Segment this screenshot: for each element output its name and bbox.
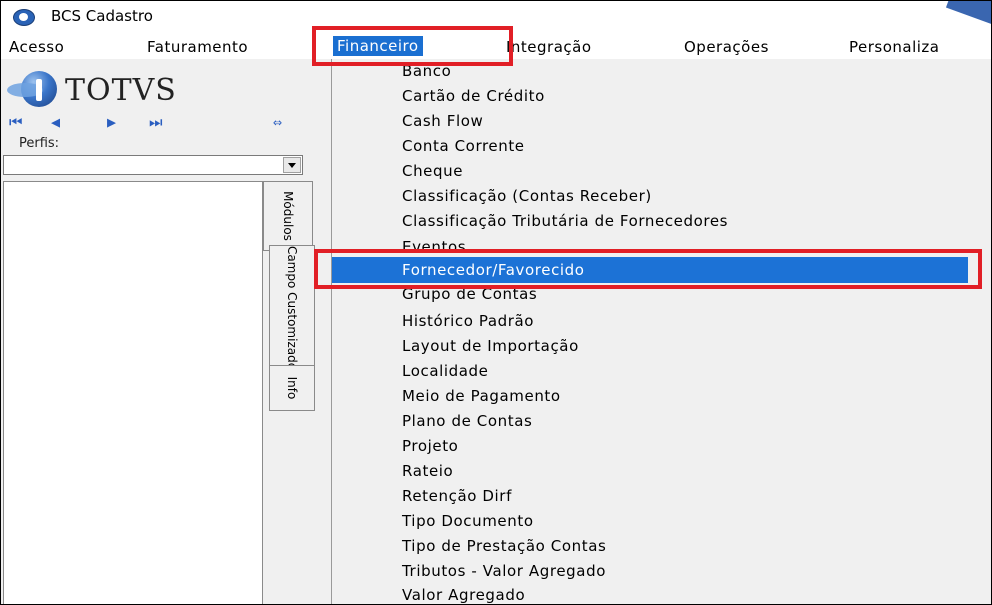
tab-info[interactable]: Info: [269, 365, 315, 411]
menu-integracao-label: Integração: [506, 38, 592, 56]
menu-item-label: Tipo Documento: [402, 512, 534, 530]
tab-campo-customizado[interactable]: Campo Customizado: [269, 245, 315, 371]
menu-item-fornecedor-favorecido[interactable]: Fornecedor/Favorecido: [332, 257, 968, 283]
menu-item-plano-de-contas[interactable]: Plano de Contas: [332, 409, 972, 433]
menu-item-label: Fornecedor/Favorecido: [402, 261, 585, 279]
menu-item-banco[interactable]: Banco: [332, 59, 972, 83]
menu-item-layout-de-importacao[interactable]: Layout de Importação: [332, 334, 972, 358]
menu-item-label: Rateio: [402, 462, 454, 480]
menu-item-label: Tipo de Prestação Contas: [402, 537, 607, 555]
menu-item-retencao-dirf[interactable]: Retenção Dirf: [332, 484, 972, 508]
menu-item-label: Meio de Pagamento: [402, 387, 561, 405]
modules-list[interactable]: [3, 181, 263, 604]
menu-item-label: Tributos - Valor Agregado: [402, 562, 606, 580]
menu-item-tipo-de-prestacao-contas[interactable]: Tipo de Prestação Contas: [332, 534, 972, 558]
menu-item-label: Classificação (Contas Receber): [402, 187, 652, 205]
window-corner-decoration: [945, 1, 991, 29]
menu-item-label: Cheque: [402, 162, 464, 180]
menu-item-meio-de-pagamento[interactable]: Meio de Pagamento: [332, 384, 972, 408]
tab-info-label: Info: [285, 376, 299, 400]
tab-modulos[interactable]: Módulos: [263, 181, 313, 251]
menu-integracao[interactable]: Integração: [506, 38, 666, 56]
totvs-logo: TOTVS: [7, 67, 281, 109]
menu-item-classificacao-tributaria[interactable]: Classificação Tributária de Fornecedores: [332, 209, 972, 233]
left-panel: TOTVS ⏮ ◀ ▶ ⏭ ⇔ Perfis: Módulos Campo Cu…: [1, 59, 329, 604]
window-title: BCS Cadastro: [51, 7, 153, 25]
menu-item-label: Cash Flow: [402, 112, 484, 130]
perfis-label: Perfis:: [19, 136, 60, 151]
totvs-logo-icon: [7, 71, 57, 107]
menu-item-label: Conta Corrente: [402, 137, 525, 155]
menu-item-label: Eventos: [402, 238, 467, 253]
menu-personalizacao[interactable]: Personaliza: [849, 38, 989, 56]
menu-item-label: Projeto: [402, 437, 459, 455]
menu-item-rateio[interactable]: Rateio: [332, 459, 972, 483]
menu-item-localidade[interactable]: Localidade: [332, 359, 972, 383]
menu-item-tipo-documento[interactable]: Tipo Documento: [332, 509, 972, 533]
title-bar: BCS Cadastro: [1, 1, 991, 33]
previous-record-icon[interactable]: ◀: [51, 113, 60, 131]
menu-financeiro[interactable]: Financeiro: [333, 36, 423, 56]
menu-item-label: Plano de Contas: [402, 412, 533, 430]
chevron-down-icon[interactable]: [283, 157, 301, 173]
menu-faturamento[interactable]: Faturamento: [147, 38, 248, 56]
swap-icon[interactable]: ⇔: [273, 113, 282, 131]
app-window: BCS Cadastro Acesso Faturamento Financei…: [0, 0, 992, 605]
tab-campo-customizado-label: Campo Customizado: [285, 245, 299, 371]
menu-item-label: Histórico Padrão: [402, 312, 535, 330]
menu-item-classificacao-contas-receber[interactable]: Classificação (Contas Receber): [332, 184, 972, 208]
perfis-select[interactable]: [3, 155, 303, 175]
menu-acesso[interactable]: Acesso: [9, 38, 64, 56]
menu-item-cash-flow[interactable]: Cash Flow: [332, 109, 972, 133]
menu-item-label: Grupo de Contas: [402, 285, 538, 303]
menu-item-eventos[interactable]: Eventos: [332, 231, 972, 253]
menu-item-grupo-de-contas[interactable]: Grupo de Contas: [332, 285, 972, 307]
menu-item-valor-agregado[interactable]: Valor Agregado: [332, 583, 972, 604]
logo-text: TOTVS: [65, 73, 177, 108]
menu-item-projeto[interactable]: Projeto: [332, 434, 972, 458]
menu-operacoes[interactable]: Operações: [684, 38, 769, 56]
menu-item-label: Retenção Dirf: [402, 487, 512, 505]
menu-item-cheque[interactable]: Cheque: [332, 159, 972, 183]
record-navigator: ⏮ ◀ ▶ ⏭ ⇔: [1, 111, 313, 133]
menu-item-tributos-valor-agregado[interactable]: Tributos - Valor Agregado: [332, 559, 972, 583]
menu-item-cartao-de-credito[interactable]: Cartão de Crédito: [332, 84, 972, 108]
app-icon: [13, 9, 35, 26]
menu-item-label: Valor Agregado: [402, 586, 526, 604]
menu-item-historico-padrao[interactable]: Histórico Padrão: [332, 309, 972, 333]
tab-modulos-label: Módulos: [281, 191, 295, 241]
menu-item-label: Layout de Importação: [402, 337, 579, 355]
menu-item-label: Cartão de Crédito: [402, 87, 545, 105]
menu-item-label: Localidade: [402, 362, 489, 380]
next-record-icon[interactable]: ▶: [107, 113, 116, 131]
menu-bar: Acesso Faturamento Financeiro Integração…: [1, 33, 991, 59]
last-record-icon[interactable]: ⏭: [149, 113, 163, 131]
financeiro-dropdown: Banco Cartão de Crédito Cash Flow Conta …: [331, 59, 991, 604]
menu-item-label: Classificação Tributária de Fornecedores: [402, 212, 729, 230]
first-record-icon[interactable]: ⏮: [9, 113, 23, 131]
menu-item-label: Banco: [402, 62, 452, 80]
menu-item-conta-corrente[interactable]: Conta Corrente: [332, 134, 972, 158]
